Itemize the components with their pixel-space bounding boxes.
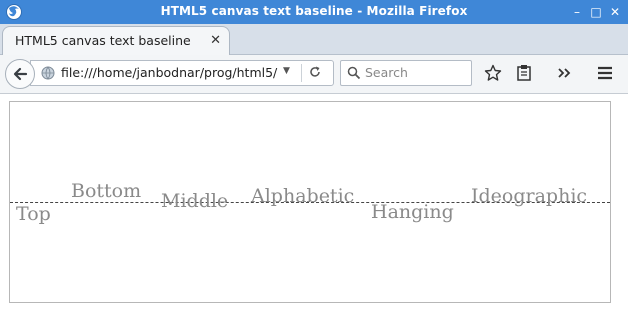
- globe-icon: [41, 66, 55, 80]
- url-text: file:///home/janbodnar/prog/html5/: [61, 65, 278, 80]
- page-content: Top Bottom Middle Alphabetic Hanging Ide…: [0, 94, 628, 319]
- search-icon: [347, 66, 361, 80]
- window-title: HTML5 canvas text baseline - Mozilla Fir…: [160, 4, 468, 18]
- back-arrow-icon: [13, 67, 28, 81]
- canvas-text-alphabetic: Alphabetic: [251, 185, 355, 207]
- tab-active[interactable]: HTML5 canvas text baseline ✕: [2, 26, 230, 55]
- canvas-text-top: Top: [16, 203, 51, 225]
- maximize-icon: □: [590, 5, 602, 19]
- canvas-text-hanging: Hanging: [371, 201, 454, 223]
- search-bar[interactable]: [340, 60, 472, 86]
- bookmark-star-icon[interactable]: [484, 64, 502, 82]
- window-titlebar: HTML5 canvas text baseline - Mozilla Fir…: [0, 0, 628, 24]
- tab-strip: HTML5 canvas text baseline ✕: [0, 24, 628, 71]
- canvas-text-middle: Middle: [161, 190, 229, 212]
- bookmarks-menu-icon[interactable]: [515, 64, 533, 82]
- overflow-chevron-icon[interactable]: [555, 64, 573, 82]
- canvas-element: Top Bottom Middle Alphabetic Hanging Ide…: [9, 101, 611, 303]
- tab-close-icon[interactable]: ✕: [210, 33, 221, 48]
- canvas-text-bottom: Bottom: [71, 180, 142, 202]
- canvas-text-ideographic: Ideographic: [471, 185, 588, 207]
- close-window-button[interactable]: ✕: [606, 3, 624, 21]
- reload-icon[interactable]: [307, 64, 323, 80]
- minimize-icon: –: [574, 5, 580, 19]
- url-separator: [301, 64, 302, 82]
- back-button[interactable]: [5, 59, 35, 89]
- navigation-toolbar: file:///home/janbodnar/prog/html5/ ▼: [0, 55, 628, 94]
- tab-title: HTML5 canvas text baseline: [15, 33, 191, 48]
- maximize-button[interactable]: □: [587, 3, 605, 21]
- minimize-button[interactable]: –: [568, 3, 586, 21]
- close-icon: ✕: [609, 5, 621, 19]
- url-bar[interactable]: file:///home/janbodnar/prog/html5/ ▼: [30, 60, 334, 86]
- hamburger-menu-icon[interactable]: [596, 64, 614, 82]
- history-dropdown-icon[interactable]: ▼: [283, 66, 290, 76]
- search-input[interactable]: [365, 64, 465, 80]
